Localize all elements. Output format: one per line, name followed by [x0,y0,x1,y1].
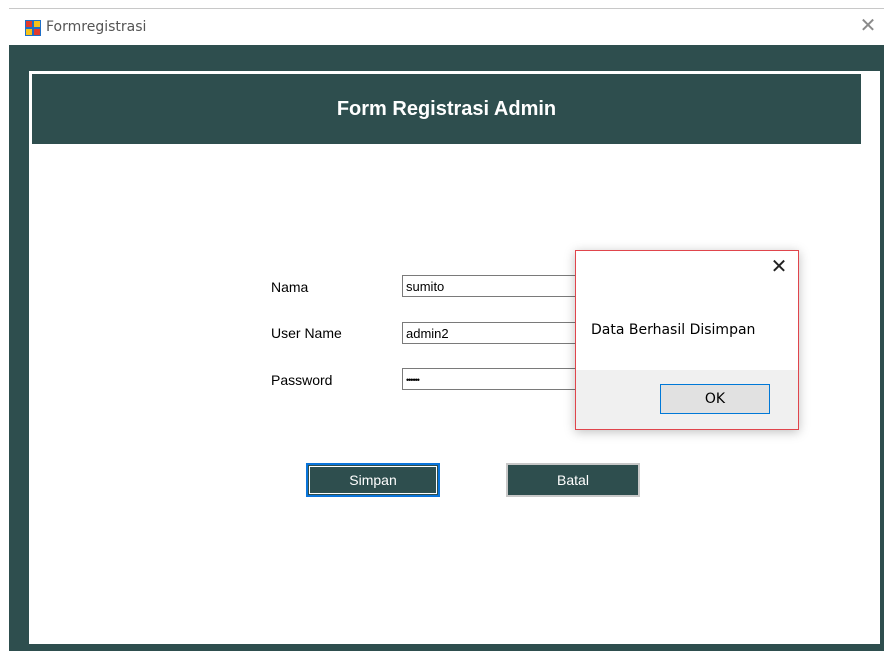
title-bar[interactable]: Formregistrasi ✕ [9,9,884,45]
dialog-close-icon[interactable]: ✕ [768,256,790,278]
ok-button[interactable]: OK [660,384,770,414]
window-close-icon[interactable]: ✕ [856,13,880,39]
form-heading: Form Registrasi Admin [336,98,557,120]
batal-label: Batal [557,472,589,488]
simpan-button[interactable]: Simpan [306,463,440,497]
username-label: User Name [271,325,342,341]
message-box: ✕ Data Berhasil Disimpan OK [575,250,799,430]
password-label: Password [271,372,333,388]
header-panel: Form Registrasi Admin [32,74,861,144]
nama-label: Nama [271,279,309,295]
dialog-message: Data Berhasil Disimpan [591,322,756,338]
dialog-footer: OK [576,370,798,429]
batal-button[interactable]: Batal [506,463,640,497]
nama-input[interactable]: sumito [402,275,582,297]
simpan-label: Simpan [349,472,397,488]
window-title: Formregistrasi [46,19,147,35]
windows-form-icon [25,20,41,36]
username-input[interactable]: admin2 [402,322,582,344]
password-input[interactable]: •••••• [402,368,582,390]
